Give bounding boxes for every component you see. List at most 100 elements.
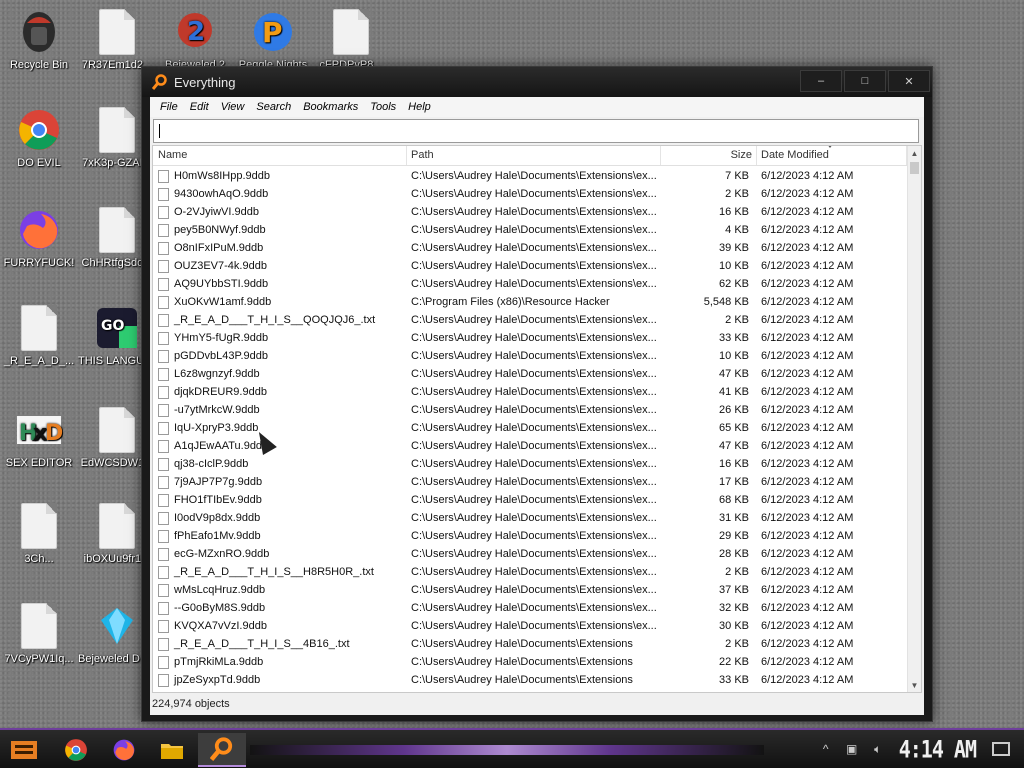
desktop-icon-chrome[interactable]: DO EVIL [0,106,78,170]
taskbar-file-explorer[interactable] [152,733,192,767]
desktop-icon-hxd[interactable]: HxD SEX EDITOR [0,406,78,470]
table-row[interactable]: ecG-MZxnRO.9ddb C:\Users\Audrey Hale\Docu… [153,545,907,563]
cell-size: 32 KB [719,602,749,614]
table-row[interactable]: 9430owhAqO.9ddb C:\Users\Audrey Hale\Docu… [153,185,907,203]
scroll-down-icon[interactable]: ▼ [908,678,921,692]
menu-view[interactable]: View [215,101,251,113]
file-name: pTmjRkiMLa.9ddb [174,656,264,668]
maximize-button[interactable]: □ [844,70,886,92]
table-row[interactable]: OUZ3EV7-4k.9ddb C:\Users\Audrey Hale\Docu… [153,257,907,275]
cell-size: 2 KB [725,638,749,650]
desktop-icon-firefox[interactable]: FURRYFUCK! [0,206,78,270]
title-bar[interactable]: Everything – □ ✕ [142,67,932,97]
desktop-icon-file[interactable]: 7VCyPW1Iq... [0,602,78,666]
firefox-icon [113,739,135,761]
cell-size: 65 KB [719,422,749,434]
file-name: _R_E_A_D___T_H_I_S__4B16_.txt [174,638,350,650]
table-row[interactable]: pGDDvbL43P.9ddb C:\Users\Audrey Hale\Docu… [153,347,907,365]
table-row[interactable]: _R_E_A_D___T_H_I_S__4B16_.txt C:\Users\Au… [153,635,907,653]
column-path[interactable]: Path [407,146,661,165]
table-row[interactable]: -u7ytMrkcW.9ddb C:\Users\Audrey Hale\Docu… [153,401,907,419]
file-icon [158,403,169,417]
clock[interactable]: 4:14 AM [899,735,977,764]
menu-edit[interactable]: Edit [184,101,215,113]
table-row[interactable]: O8nIFxIPuM.9ddb C:\Users\Audrey Hale\Docu… [153,239,907,257]
table-row[interactable]: pTmjRkiMLa.9ddb C:\Users\Audrey Hale\Docu… [153,653,907,671]
table-row[interactable]: _R_E_A_D___T_H_I_S__QOQJQJ6_.txt C:\Users… [153,311,907,329]
status-bar: 224,974 objects [150,693,924,715]
file-icon [158,637,169,651]
menu-tools[interactable]: Tools [364,101,402,113]
desktop-icon-bejeweled2[interactable]: 2 Bejeweled 2 [156,8,234,72]
file-icon [327,8,375,56]
cell-name: 7j9AJP7P7g.9ddb [153,475,407,489]
peggle-icon: P [249,8,297,56]
desktop-icon-file[interactable]: cFPDPvP8... [312,8,390,72]
cell-name: pGDDvbL43P.9ddb [153,349,407,363]
cell-path: C:\Users\Audrey Hale\Documents\Extension… [411,314,657,326]
vertical-scrollbar[interactable]: ▲ ▼ [907,146,921,692]
table-row[interactable]: FHO1fTIbEv.9ddb C:\Users\Audrey Hale\Docu… [153,491,907,509]
minimize-button[interactable]: – [800,70,842,92]
table-row[interactable]: I0odV9p8dx.9ddb C:\Users\Audrey Hale\Docu… [153,509,907,527]
desktop-icon-recycle-bin[interactable]: Recycle Bin [0,8,78,72]
network-icon[interactable]: ▣ [842,742,862,756]
table-row[interactable]: O-2VJyiwVI.9ddb C:\Users\Audrey Hale\Docu… [153,203,907,221]
cell-path: C:\Program Files (x86)\Resource Hacker [411,296,610,308]
table-row[interactable]: qj38-cIclP.9ddb C:\Users\Audrey Hale\Docu… [153,455,907,473]
table-row[interactable]: jpZeSyxpTd.9ddb C:\Users\Audrey Hale\Docu… [153,671,907,689]
cell-size: 22 KB [719,656,749,668]
taskbar-chrome[interactable] [56,733,96,767]
table-row[interactable]: djqkDREUR9.9ddb C:\Users\Audrey Hale\Docu… [153,383,907,401]
scroll-up-icon[interactable]: ▲ [908,146,921,160]
table-row[interactable]: pey5B0NWyf.9ddb C:\Users\Audrey Hale\Docu… [153,221,907,239]
cell-date: 6/12/2023 4:12 AM [761,476,854,488]
table-row[interactable]: XuOKvW1amf.9ddb C:\Program Files (x86)\Re… [153,293,907,311]
table-row[interactable]: YHmY5-fUgR.9ddb C:\Users\Audrey Hale\Docu… [153,329,907,347]
column-size[interactable]: Size [661,146,757,165]
scroll-thumb[interactable] [910,162,919,174]
cell-path: C:\Users\Audrey Hale\Documents\Extension… [411,638,633,650]
start-button[interactable] [4,733,44,767]
desktop-icon-peggle[interactable]: P Peggle Nights [234,8,312,72]
close-button[interactable]: ✕ [888,70,930,92]
taskbar-everything[interactable] [198,733,246,767]
column-date-modified[interactable]: Date Modified [757,146,907,165]
cell-path: C:\Users\Audrey Hale\Documents\Extension… [411,566,657,578]
cell-date: 6/12/2023 4:12 AM [761,206,854,218]
file-icon [158,583,169,597]
cell-path: C:\Users\Audrey Hale\Documents\Extension… [411,242,657,254]
menu-bookmarks[interactable]: Bookmarks [297,101,364,113]
notification-icon[interactable] [992,742,1010,756]
table-row[interactable]: wMsLcqHruz.9ddb C:\Users\Audrey Hale\Docu… [153,581,907,599]
column-name[interactable]: Name [153,146,407,165]
table-row[interactable]: fPhEafo1Mv.9ddb C:\Users\Audrey Hale\Docu… [153,527,907,545]
chevron-up-icon[interactable]: ^ [816,742,836,756]
window-client: File Edit View Search Bookmarks Tools He… [150,97,924,715]
table-row[interactable]: KVQXA7vVzI.9ddb C:\Users\Audrey Hale\Docu… [153,617,907,635]
search-input[interactable] [154,120,918,142]
table-row[interactable]: --G0oByM8S.9ddb C:\Users\Audrey Hale\Docu… [153,599,907,617]
desktop-icon-file[interactable]: 7R37Em1d2... [78,8,156,72]
cell-name: ecG-MZxnRO.9ddb [153,547,407,561]
cell-path: C:\Users\Audrey Hale\Documents\Extension… [411,422,657,434]
table-row[interactable]: 7j9AJP7P7g.9ddb C:\Users\Audrey Hale\Docu… [153,473,907,491]
desktop-icon-readme-txt[interactable]: _R_E_A_D_... [0,304,78,368]
cell-name: OUZ3EV7-4k.9ddb [153,259,407,273]
menu-help[interactable]: Help [402,101,437,113]
system-tray: ^ ▣ 🔈︎ 4:14 AM [813,730,1024,768]
cell-size: 33 KB [719,674,749,686]
menu-search[interactable]: Search [250,101,297,113]
table-row[interactable]: H0mWs8IHpp.9ddb C:\Users\Audrey Hale\Docu… [153,167,907,185]
taskbar-firefox[interactable] [104,733,144,767]
cell-name: I0odV9p8dx.9ddb [153,511,407,525]
menu-file[interactable]: File [154,101,184,113]
volume-icon[interactable]: 🔈︎ [868,742,888,757]
table-row[interactable]: L6z8wgnzyf.9ddb C:\Users\Audrey Hale\Docu… [153,365,907,383]
desktop-icon-file[interactable]: 3Ch... [0,502,78,566]
cell-date: 6/12/2023 4:12 AM [761,674,854,686]
table-row[interactable]: AQ9UYbbSTI.9ddb C:\Users\Audrey Hale\Docu… [153,275,907,293]
cell-path: C:\Users\Audrey Hale\Documents\Extension… [411,440,657,452]
cell-date: 6/12/2023 4:12 AM [761,584,854,596]
table-row[interactable]: _R_E_A_D___T_H_I_S__H8R5H0R_.txt C:\Users… [153,563,907,581]
